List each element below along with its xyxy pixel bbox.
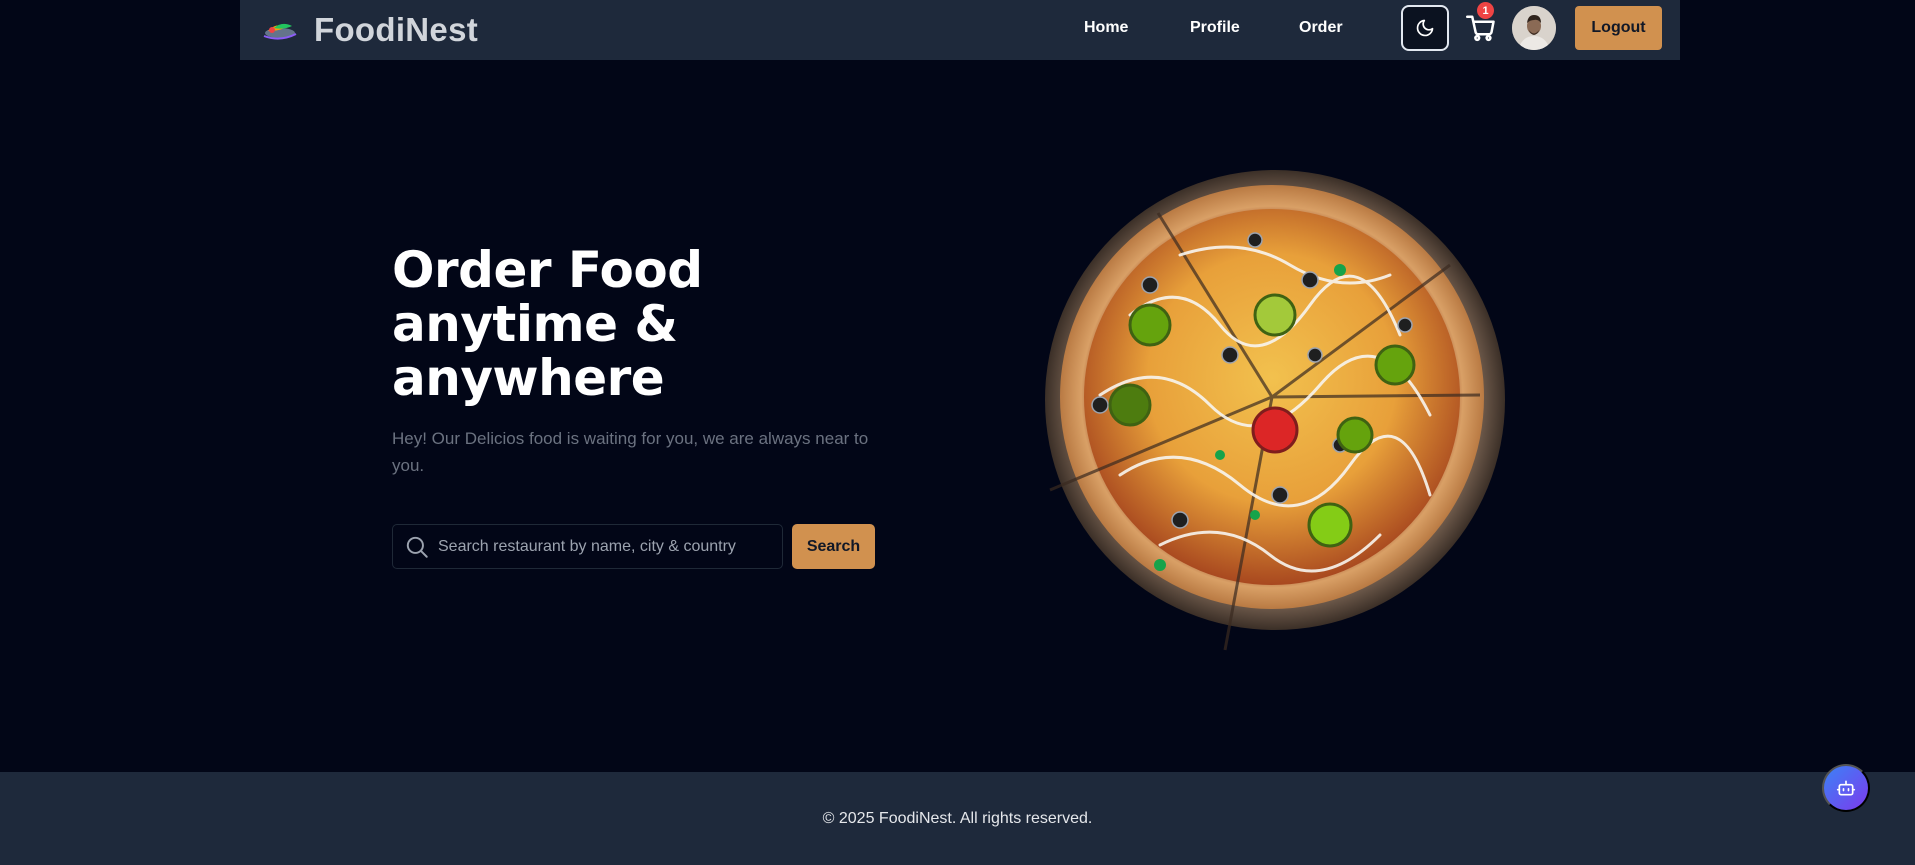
search-input[interactable] xyxy=(436,536,782,557)
avatar[interactable] xyxy=(1512,6,1556,50)
navbar: FoodiNest Home Profile Order 1 Logout xyxy=(240,0,1680,60)
user-photo-icon xyxy=(1512,6,1556,50)
hero-subtitle: Hey! Our Delicios food is waiting for yo… xyxy=(392,429,869,475)
hero-title: Order Food anytime & anywhere xyxy=(392,241,703,407)
moon-icon xyxy=(1416,19,1434,37)
logout-button[interactable]: Logout xyxy=(1575,6,1662,50)
nav-link-order[interactable]: Order xyxy=(1299,19,1343,37)
footer-copyright: © 2025 FoodiNest. All rights reserved. xyxy=(822,809,1093,827)
chatbot-button[interactable] xyxy=(1822,764,1870,812)
search-button[interactable]: Search xyxy=(792,524,875,569)
search-box[interactable] xyxy=(392,524,783,569)
brand-name: FoodiNest xyxy=(314,11,479,48)
pizza-image xyxy=(1045,170,1505,651)
brand-logo-icon xyxy=(263,23,297,40)
bot-icon xyxy=(1836,780,1856,796)
theme-toggle-button[interactable] xyxy=(1401,5,1449,51)
brand[interactable]: FoodiNest xyxy=(262,0,478,60)
search-icon xyxy=(406,536,428,558)
nav-link-home[interactable]: Home xyxy=(1084,19,1128,37)
footer: © 2025 FoodiNest. All rights reserved. xyxy=(0,772,1915,865)
cart-count-badge: 1 xyxy=(1477,2,1494,19)
nav-link-profile[interactable]: Profile xyxy=(1190,19,1240,37)
